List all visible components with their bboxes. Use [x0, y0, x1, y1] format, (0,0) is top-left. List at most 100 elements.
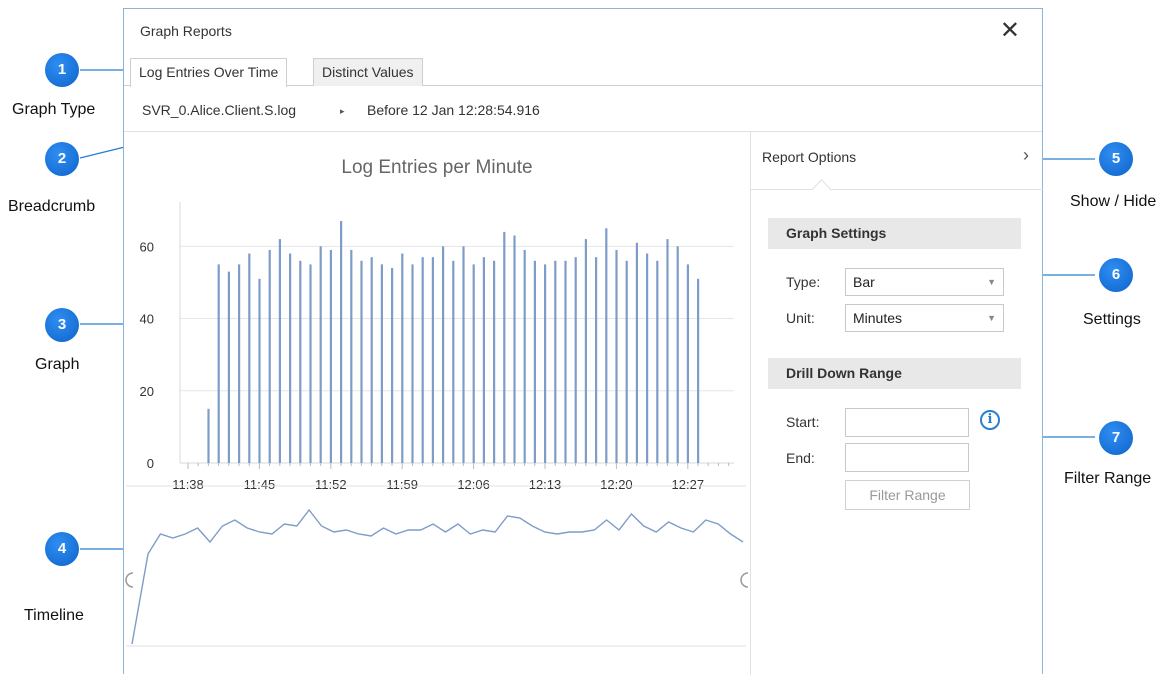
callout-badge-4: 4 [45, 532, 79, 566]
chart-bar [309, 264, 312, 463]
panel-header-divider [751, 189, 1043, 190]
report-options-panel: Report Options › Graph Settings Type: Ba… [751, 132, 1043, 675]
breadcrumb-file[interactable]: SVR_0.Alice.Client.S.log [142, 102, 296, 118]
tab-distinct-values[interactable]: Distinct Values [313, 58, 423, 86]
chart-bar [513, 235, 516, 463]
chart-bar [595, 257, 598, 463]
chart-bar [360, 260, 363, 463]
chart-bar [238, 264, 241, 463]
callout-label-graph-type: Graph Type [12, 101, 96, 118]
type-select-value: Bar [853, 274, 875, 290]
chart-bar [697, 278, 700, 463]
chart-bar [289, 253, 292, 463]
unit-select[interactable]: Minutes ▼ [845, 304, 1004, 332]
type-select[interactable]: Bar ▼ [845, 268, 1004, 296]
callout-badge-7: 7 [1099, 421, 1133, 455]
timeline-right-handle [740, 572, 749, 588]
x-tick-label: 11:45 [244, 477, 276, 492]
x-tick-label: 11:38 [172, 477, 204, 492]
chart-bar [564, 260, 567, 463]
chart-bar [227, 271, 230, 463]
chart-bar [401, 253, 404, 463]
unit-select-value: Minutes [853, 310, 903, 326]
x-tick-label: 11:52 [315, 477, 347, 492]
panel-notch [812, 179, 831, 198]
breadcrumb-separator-icon: ▸ [340, 106, 345, 116]
y-tick-label: 20 [140, 384, 154, 399]
start-label: Start: [786, 414, 820, 430]
close-icon[interactable]: ✕ [1000, 17, 1020, 45]
chart-bar [544, 264, 547, 463]
chart-bar [391, 268, 394, 463]
callout-badge-1: 1 [45, 53, 79, 87]
callout-label-graph: Graph [35, 356, 80, 373]
tab-log-entries-over-time[interactable]: Log Entries Over Time [130, 58, 288, 87]
chart-title: Log Entries per Minute [341, 157, 532, 178]
filter-range-button[interactable]: Filter Range [845, 480, 970, 510]
chart-bar [248, 253, 251, 463]
chart-bar [646, 253, 649, 463]
start-input[interactable] [845, 408, 969, 437]
timeline-line [131, 508, 744, 645]
graph-reports-window: Graph Reports ✕ Log Entries Over Time Di… [123, 8, 1043, 675]
unit-label: Unit: [786, 310, 815, 326]
chart-bar [625, 260, 628, 463]
graph-settings-section: Graph Settings [768, 218, 1021, 249]
breadcrumb: SVR_0.Alice.Client.S.log ▸ Before 12 Jan… [124, 86, 1042, 132]
drill-down-range-section: Drill Down Range [768, 358, 1021, 389]
callout-label-filter-range: Filter Range [1064, 470, 1152, 487]
chart-bar [350, 249, 353, 463]
chart-bar [472, 264, 475, 463]
y-tick-label: 60 [140, 239, 154, 254]
x-tick-label: 12:13 [529, 477, 562, 492]
callout-badge-3: 3 [45, 308, 79, 342]
callout-badge-6: 6 [1099, 258, 1133, 292]
chevron-down-icon: ▼ [987, 277, 996, 287]
chart-bar [656, 260, 659, 463]
chart-bar [493, 260, 496, 463]
report-options-header: Report Options [762, 149, 857, 165]
chart-bar [635, 242, 638, 463]
bar-chart: Log Entries per Minute 0 20 40 60 11:38 11:45 1… [125, 157, 749, 647]
chart-area: Log Entries per Minute 0 20 40 60 11:38 11:45 1… [124, 132, 750, 675]
chart-bar [533, 260, 536, 463]
callout-label-settings: Settings [1083, 311, 1141, 328]
chart-bar [340, 221, 343, 463]
chevron-right-icon[interactable]: › [1023, 145, 1029, 166]
window-title: Graph Reports [140, 23, 232, 39]
callout-badge-5: 5 [1099, 142, 1133, 176]
chart-bar [411, 264, 414, 463]
chart-bar [431, 257, 434, 463]
breadcrumb-range[interactable]: Before 12 Jan 12:28:54.916 [367, 102, 540, 118]
chart-bar [268, 249, 271, 463]
callout-label-show-hide: Show / Hide [1070, 193, 1157, 210]
chart-bar [605, 228, 608, 463]
chart-bar [442, 246, 445, 463]
y-tick-label: 40 [140, 312, 154, 327]
chart-bar [686, 264, 689, 463]
chart-bar [503, 231, 506, 463]
graph-type-tabs: Log Entries Over Time Distinct Values [124, 53, 1042, 87]
chart-bar [421, 257, 424, 463]
y-tick-label: 0 [147, 456, 154, 471]
callout-label-breadcrumb: Breadcrumb [8, 198, 96, 215]
chevron-down-icon: ▼ [987, 313, 996, 323]
info-icon[interactable]: i [980, 410, 1000, 430]
chart-bar [217, 264, 220, 463]
chart-bar [278, 239, 281, 463]
chart-bar [666, 239, 669, 463]
chart-bar [584, 239, 587, 463]
chart-bar [380, 264, 383, 463]
x-tick-label: 11:59 [386, 477, 418, 492]
end-input[interactable] [845, 443, 969, 472]
x-tick-label: 12:06 [457, 477, 490, 492]
callout-label-timeline: Timeline [24, 607, 84, 624]
end-label: End: [786, 450, 815, 466]
chart-bar [452, 260, 455, 463]
chart-bar [554, 260, 557, 463]
chart-bar [574, 257, 577, 463]
chart-bar [258, 278, 261, 463]
x-tick-label: 12:20 [600, 477, 633, 492]
chart-bar [615, 249, 618, 463]
chart-bar [329, 249, 332, 463]
